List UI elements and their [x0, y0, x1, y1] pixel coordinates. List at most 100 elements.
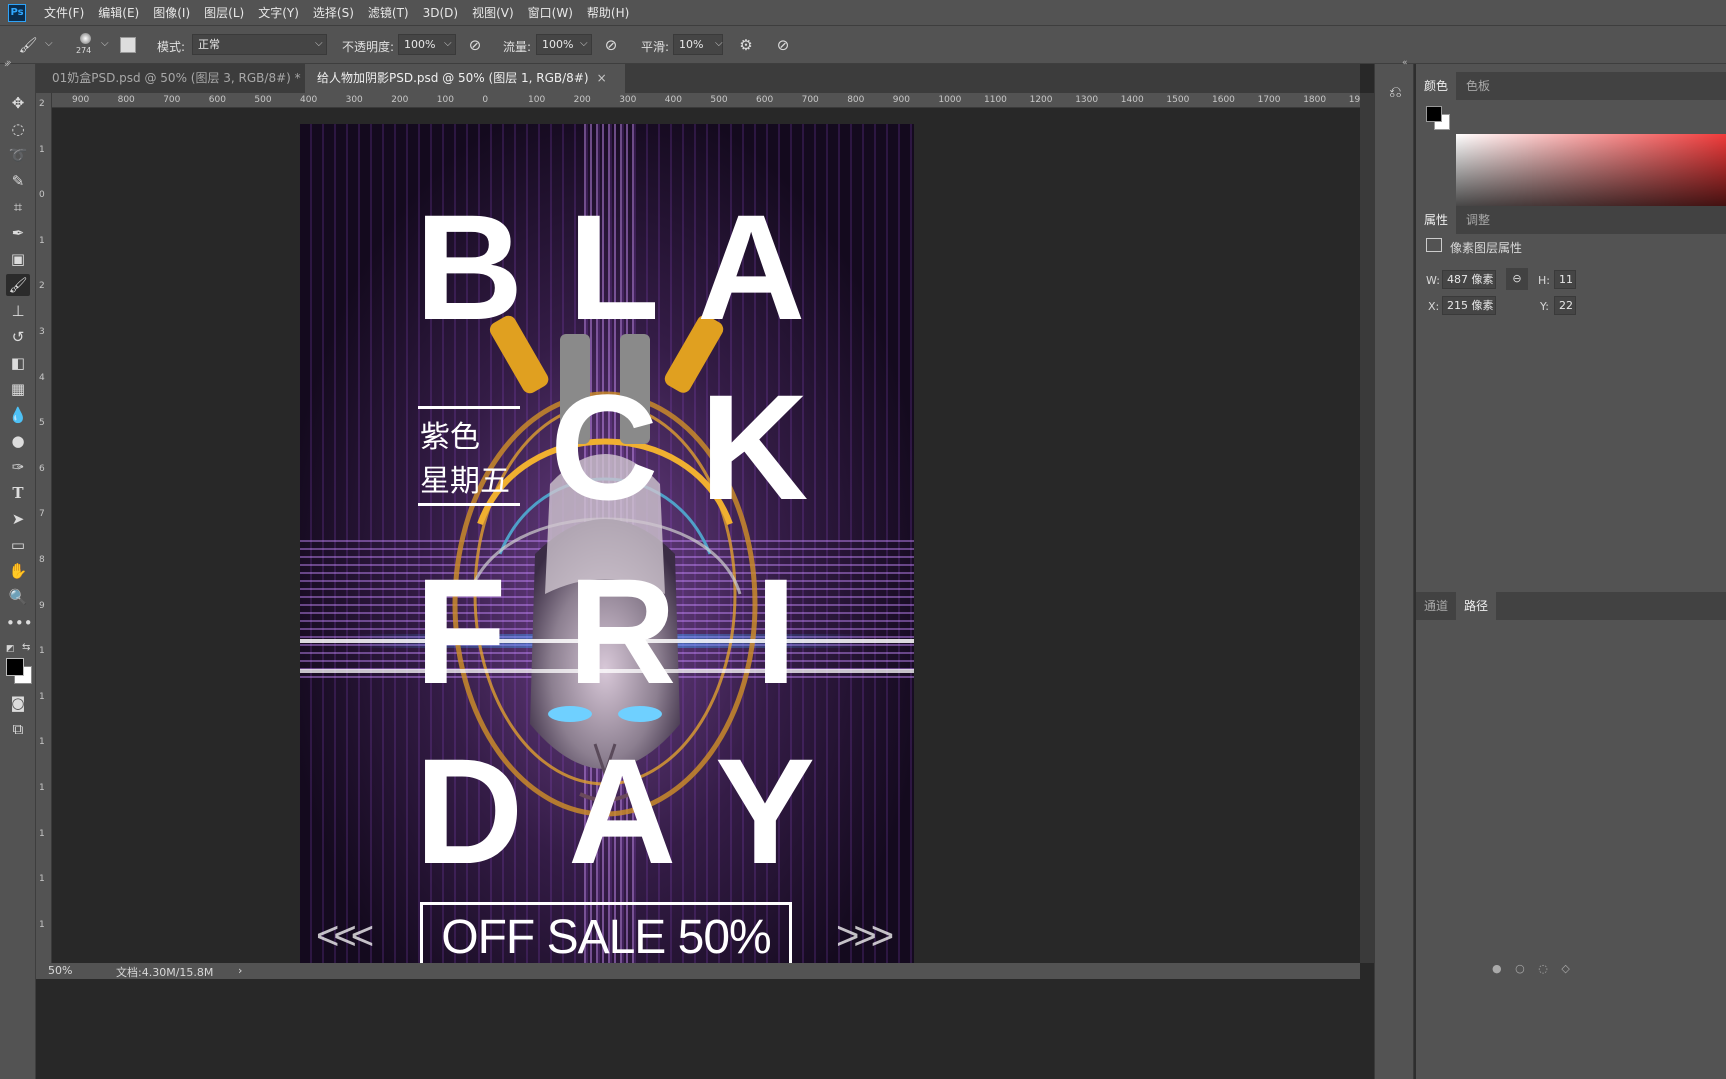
horizontal-ruler[interactable]: 900 800 700 600 500 400 300 200 100 0 100 200 300 400…: [52, 93, 1360, 108]
properties-panel-tabs: 属性 调整: [1416, 206, 1726, 234]
tab-paths[interactable]: 路径: [1456, 592, 1497, 620]
airbrush-icon[interactable]: ⊘: [601, 35, 621, 55]
properties-title: 像素图层属性: [1450, 241, 1523, 255]
y-input[interactable]: 22: [1554, 296, 1576, 315]
move-tool-icon[interactable]: ✥: [6, 92, 30, 114]
make-path-icon[interactable]: ◇: [1561, 962, 1569, 975]
brush-preset-picker[interactable]: 274: [76, 31, 96, 55]
tab-properties[interactable]: 属性: [1416, 206, 1457, 234]
link-icon[interactable]: ⊖: [1506, 268, 1528, 290]
menu-filter[interactable]: 滤镜(T): [368, 4, 409, 21]
pressure-opacity-icon[interactable]: ⊘: [465, 35, 485, 55]
more-tools-icon[interactable]: •••: [6, 612, 33, 634]
stroke-path-icon[interactable]: ○: [1515, 962, 1525, 975]
ruler-tick-label: 700: [801, 95, 819, 105]
menu-help[interactable]: 帮助(H): [587, 4, 629, 21]
quick-mask-icon[interactable]: ◙: [6, 692, 30, 714]
poster-document[interactable]: B L A C K F R I D A Y 紫色 星期五 <<< OFF SAL…: [300, 124, 914, 1037]
tab-document-2[interactable]: 给人物加阴影PSD.psd @ 50% (图层 1, RGB/8#) ×: [305, 64, 625, 93]
dodge-tool-icon[interactable]: ●: [6, 430, 30, 452]
opacity-label: 不透明度:: [342, 40, 395, 54]
gear-icon[interactable]: ⚙: [736, 35, 756, 55]
ruler-tick-label: 8: [39, 555, 45, 565]
tab-document-1[interactable]: 01奶盒PSD.psd @ 50% (图层 3, RGB/8#) *×: [40, 64, 319, 93]
poster-letter: C: [550, 363, 659, 531]
lasso-tool-icon[interactable]: ➰: [6, 144, 30, 166]
default-colors-icon[interactable]: ◩: [6, 644, 15, 654]
gradient-tool-icon[interactable]: ▦: [6, 378, 30, 400]
menu-type[interactable]: 文字(Y): [258, 4, 299, 21]
opacity-dropdown-icon[interactable]: ⌵: [444, 38, 452, 49]
menu-edit[interactable]: 编辑(E): [98, 4, 139, 21]
crop-tool-icon[interactable]: ⌗: [6, 196, 30, 218]
x-input[interactable]: 215 像素: [1442, 296, 1496, 315]
status-menu-arrow-icon[interactable]: ›: [238, 964, 242, 977]
ruler-tick-label: 700: [163, 95, 181, 105]
blur-tool-icon[interactable]: 💧: [6, 404, 30, 426]
menu-layer[interactable]: 图层(L): [204, 4, 244, 21]
screen-mode-icon[interactable]: ⧉: [6, 718, 30, 740]
status-bar-area: 50% 文档:4.30M/15.8M ›: [36, 963, 1374, 1079]
brush-size-dropdown-icon[interactable]: ⌵: [101, 38, 109, 49]
foreground-color-swatch[interactable]: [6, 658, 24, 676]
right-panel: « 颜色 色板 属性 调整 像素图层属性 W: 487 像素 ⊖ H: 11 X…: [1402, 58, 1726, 1079]
foreground-color-swatch[interactable]: [1426, 106, 1442, 122]
marquee-tool-icon[interactable]: ◌: [6, 118, 30, 140]
quick-select-tool-icon[interactable]: ✎: [6, 170, 30, 192]
brush-settings-panel-icon[interactable]: [120, 37, 136, 53]
ruler-tick-label: 1: [39, 828, 45, 839]
ruler-tick-label: 1: [39, 691, 45, 702]
eraser-tool-icon[interactable]: ◧: [6, 352, 30, 374]
history-panel-icon[interactable]: ⎌: [1389, 82, 1402, 102]
type-tool-icon[interactable]: T: [6, 482, 30, 504]
brush-tool-icon[interactable]: 🖌: [18, 35, 38, 55]
rectangle-tool-icon[interactable]: ▭: [6, 534, 30, 556]
close-icon[interactable]: ×: [597, 71, 607, 85]
eyedropper-tool-icon[interactable]: ✒: [6, 222, 30, 244]
swap-colors-icon[interactable]: ⇆: [22, 642, 30, 653]
smoothing-label: 平滑:: [641, 40, 670, 54]
brush-tool-icon[interactable]: 🖌: [6, 274, 30, 296]
tab-channels[interactable]: 通道: [1416, 592, 1456, 620]
path-select-tool-icon[interactable]: ➤: [6, 508, 30, 530]
tool-preset-dropdown-icon[interactable]: ⌵: [45, 38, 53, 49]
tab-color[interactable]: 颜色: [1416, 72, 1457, 100]
collapse-panels-icon[interactable]: «: [1402, 58, 1408, 68]
menu-file[interactable]: 文件(F): [44, 4, 84, 21]
image-layer-icon: [1426, 238, 1442, 252]
menu-select[interactable]: 选择(S): [313, 4, 354, 21]
vertical-ruler[interactable]: 2 1 0 1 2 3 4 5 6 7 8 9 1 1 1 1 1 1 1: [36, 93, 52, 963]
photoshop-logo: Ps: [8, 3, 26, 22]
zoom-level[interactable]: 50%: [48, 964, 72, 977]
tab-adjustments[interactable]: 调整: [1458, 206, 1498, 234]
pen-tool-icon[interactable]: ✑: [6, 456, 30, 478]
ruler-tick-label: 1100: [984, 95, 1007, 105]
tab-swatches[interactable]: 色板: [1458, 72, 1498, 100]
ruler-tick-label: 1: [39, 874, 45, 885]
divider: [418, 503, 520, 506]
menu-3d[interactable]: 3D(D): [423, 6, 458, 20]
tab-document-1-label: 01奶盒PSD.psd @ 50% (图层 3, RGB/8#) *: [52, 71, 301, 85]
smoothing-dropdown-icon[interactable]: ⌵: [715, 38, 723, 49]
flow-dropdown-icon[interactable]: ⌵: [580, 38, 588, 49]
pressure-size-icon[interactable]: ⊘: [773, 35, 793, 55]
mode-select[interactable]: 正常: [192, 34, 327, 55]
menu-window[interactable]: 窗口(W): [528, 4, 573, 21]
stamp-tool-icon[interactable]: ⊥: [6, 300, 30, 322]
color-panel-tabs: 颜色 色板: [1416, 72, 1726, 100]
menu-image[interactable]: 图像(I): [153, 4, 190, 21]
history-brush-tool-icon[interactable]: ↺: [6, 326, 30, 348]
ruler-tick-label: 7: [39, 509, 45, 520]
vertical-scrollbar[interactable]: [1360, 93, 1374, 963]
hand-tool-icon[interactable]: ✋: [6, 560, 30, 582]
height-label: H:: [1538, 274, 1550, 287]
ruler-tick-label: 900: [892, 95, 910, 105]
load-selection-icon[interactable]: ◌: [1538, 962, 1548, 975]
ruler-tick-label: 1: [39, 919, 45, 930]
fill-path-icon[interactable]: ●: [1492, 962, 1502, 975]
zoom-tool-icon[interactable]: 🔍: [6, 586, 30, 608]
width-input[interactable]: 487 像素: [1442, 270, 1496, 289]
height-input[interactable]: 11: [1554, 270, 1576, 289]
menu-view[interactable]: 视图(V): [472, 4, 514, 21]
frame-tool-icon[interactable]: ▣: [6, 248, 30, 270]
